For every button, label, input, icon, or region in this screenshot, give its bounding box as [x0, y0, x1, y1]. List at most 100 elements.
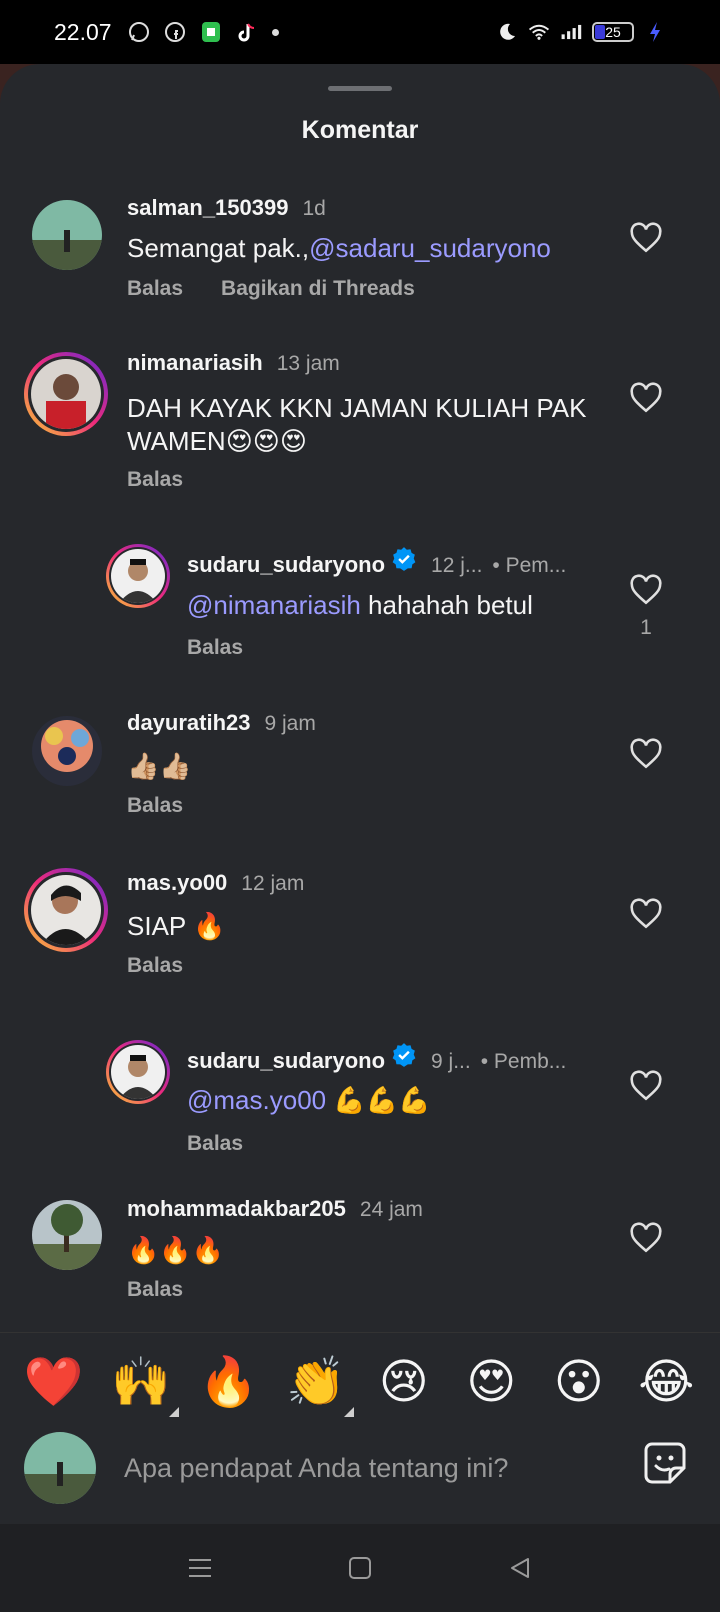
- signal-icon: [560, 21, 582, 43]
- heart-icon[interactable]: [629, 1222, 663, 1254]
- whatsapp-icon: [128, 21, 150, 43]
- story-ring[interactable]: [106, 1040, 170, 1104]
- comment-item: nimanariasih 13 jam DAH KAYAK KKN JAMAN …: [0, 350, 720, 502]
- avatar: [31, 359, 101, 429]
- status-time: 22.07: [54, 18, 112, 45]
- heart-icon[interactable]: [629, 1070, 663, 1102]
- reply-button[interactable]: Balas: [187, 636, 243, 660]
- emoji-glyph: 👏: [286, 1355, 347, 1409]
- comment-username[interactable]: salman_150399: [127, 195, 288, 221]
- heart-icon[interactable]: [629, 574, 663, 606]
- sheet-title: Komentar: [301, 116, 419, 144]
- heart-icon[interactable]: [629, 222, 663, 254]
- comment-reply: sudaru_sudaryono 12 j... • Pem... @niman…: [0, 544, 720, 664]
- wifi-icon: [528, 21, 550, 43]
- emoji-surprised[interactable]: 😮: [545, 1355, 613, 1411]
- comment-composer: [0, 1432, 720, 1524]
- avatar: [111, 549, 165, 603]
- story-ring[interactable]: [24, 352, 108, 436]
- status-bar: 22.07 25: [0, 0, 720, 64]
- current-user-avatar: [24, 1432, 96, 1504]
- back-icon[interactable]: [500, 1548, 540, 1588]
- story-ring[interactable]: [106, 544, 170, 608]
- comment-text: DAH KAYAK KKN JAMAN KULIAH PAK WAMEN😍😍😍: [127, 393, 587, 456]
- comment-time: 9 jam: [264, 712, 316, 735]
- reply-button[interactable]: Balas: [127, 468, 183, 492]
- comment-text-plain: Semangat pak.,: [127, 233, 310, 263]
- home-icon[interactable]: [340, 1548, 380, 1588]
- share-threads-button[interactable]: Bagikan di Threads: [221, 277, 415, 301]
- emoji-raised-hands[interactable]: 🙌: [107, 1355, 180, 1417]
- like-count: 1: [640, 616, 652, 639]
- menu-icon[interactable]: [180, 1548, 220, 1588]
- emoji-clap[interactable]: 👏: [282, 1355, 355, 1417]
- reply-button[interactable]: Balas: [127, 277, 183, 301]
- comment-username[interactable]: dayuratih23: [127, 710, 251, 736]
- comment-username[interactable]: mohammadakbar205: [127, 1200, 346, 1222]
- mention-link[interactable]: @nimanariasih: [187, 590, 361, 620]
- comment-username[interactable]: sudaru_sudaryono: [187, 1048, 385, 1074]
- comment-text: SIAP 🔥: [127, 911, 226, 941]
- avatar: [31, 875, 101, 945]
- emoji-fire[interactable]: 🔥: [195, 1355, 263, 1411]
- comment-text: @mas.yo00 💪💪💪: [187, 1084, 667, 1117]
- comment-text: 👍🏼👍🏼: [127, 751, 192, 781]
- comment-item: salman_150399 1d Semangat pak.,@sadaru_s…: [0, 195, 720, 320]
- battery-icon: 25: [592, 22, 634, 42]
- comment-text: Semangat pak.,@sadaru_sudaryono: [127, 232, 607, 265]
- avatar[interactable]: [32, 1200, 102, 1270]
- comment-text: @nimanariasih hahahah betul: [187, 589, 667, 622]
- emoji-glyph: 🙌: [111, 1355, 172, 1409]
- mention-link[interactable]: @sadaru_sudaryono: [309, 233, 551, 263]
- comment-time: 24 jam: [359, 1200, 423, 1221]
- skin-tone-indicator-icon: [169, 1406, 180, 1417]
- drag-handle[interactable]: [328, 86, 392, 91]
- system-nav-bar: [0, 1524, 720, 1612]
- avatar[interactable]: [32, 716, 102, 786]
- comment-text-plain: 💪💪💪: [326, 1085, 431, 1115]
- comment-time: 1d: [302, 197, 326, 220]
- comment-username[interactable]: sudaru_sudaryono: [187, 552, 385, 578]
- mention-link[interactable]: @mas.yo00: [187, 1085, 326, 1115]
- comment-reply: sudaru_sudaryono 9 j... • Pemb... @mas.y…: [0, 1040, 720, 1160]
- emoji-quick-bar: ❤️ 🙌 🔥 👏 😢 😍 😮 😂: [0, 1332, 720, 1432]
- more-notifications-icon: [271, 28, 279, 36]
- reply-button[interactable]: Balas: [127, 794, 183, 818]
- emoji-heart[interactable]: ❤️: [20, 1355, 88, 1411]
- reply-button[interactable]: Balas: [127, 1278, 183, 1302]
- comments-sheet: Komentar salman_150399 1d Semangat pak.,…: [0, 64, 720, 1524]
- author-tag: • Pemb...: [480, 1050, 567, 1073]
- heart-icon[interactable]: [629, 898, 663, 930]
- comment-username[interactable]: nimanariasih: [127, 350, 263, 376]
- comment-time: 12 j...: [431, 554, 483, 577]
- comment-time: 12 jam: [241, 872, 305, 895]
- comment-item: mas.yo00 12 jam SIAP 🔥 Balas: [0, 868, 720, 998]
- battery-level: 25: [605, 24, 621, 40]
- avatar: [111, 1045, 165, 1099]
- emoji-heart-eyes[interactable]: 😍: [457, 1355, 525, 1411]
- facebook-icon: [164, 21, 186, 43]
- comment-input[interactable]: [124, 1448, 604, 1488]
- moon-icon: [496, 21, 518, 43]
- reply-button[interactable]: Balas: [187, 1132, 243, 1156]
- story-ring[interactable]: [24, 868, 108, 952]
- author-tag: • Pem...: [492, 554, 567, 577]
- emoji-laughing[interactable]: 😂: [632, 1355, 700, 1411]
- sticker-icon[interactable]: [642, 1440, 688, 1486]
- verified-badge-icon: [392, 1043, 416, 1067]
- comment-text: 🔥🔥🔥: [127, 1235, 225, 1265]
- comment-time: 9 j...: [431, 1050, 471, 1073]
- skin-tone-indicator-icon: [344, 1406, 355, 1417]
- tiktok-icon: [236, 21, 258, 43]
- comment-username[interactable]: mas.yo00: [127, 870, 227, 896]
- charging-icon: [644, 21, 666, 43]
- avatar[interactable]: [32, 200, 102, 270]
- comment-text-plain: hahahah betul: [360, 590, 533, 620]
- verified-badge-icon: [392, 547, 416, 571]
- reply-button[interactable]: Balas: [127, 954, 183, 978]
- store-icon: [200, 21, 222, 43]
- emoji-crying[interactable]: 😢: [370, 1355, 438, 1411]
- heart-icon[interactable]: [629, 382, 663, 414]
- heart-icon[interactable]: [629, 738, 663, 770]
- comment-time: 13 jam: [276, 352, 340, 375]
